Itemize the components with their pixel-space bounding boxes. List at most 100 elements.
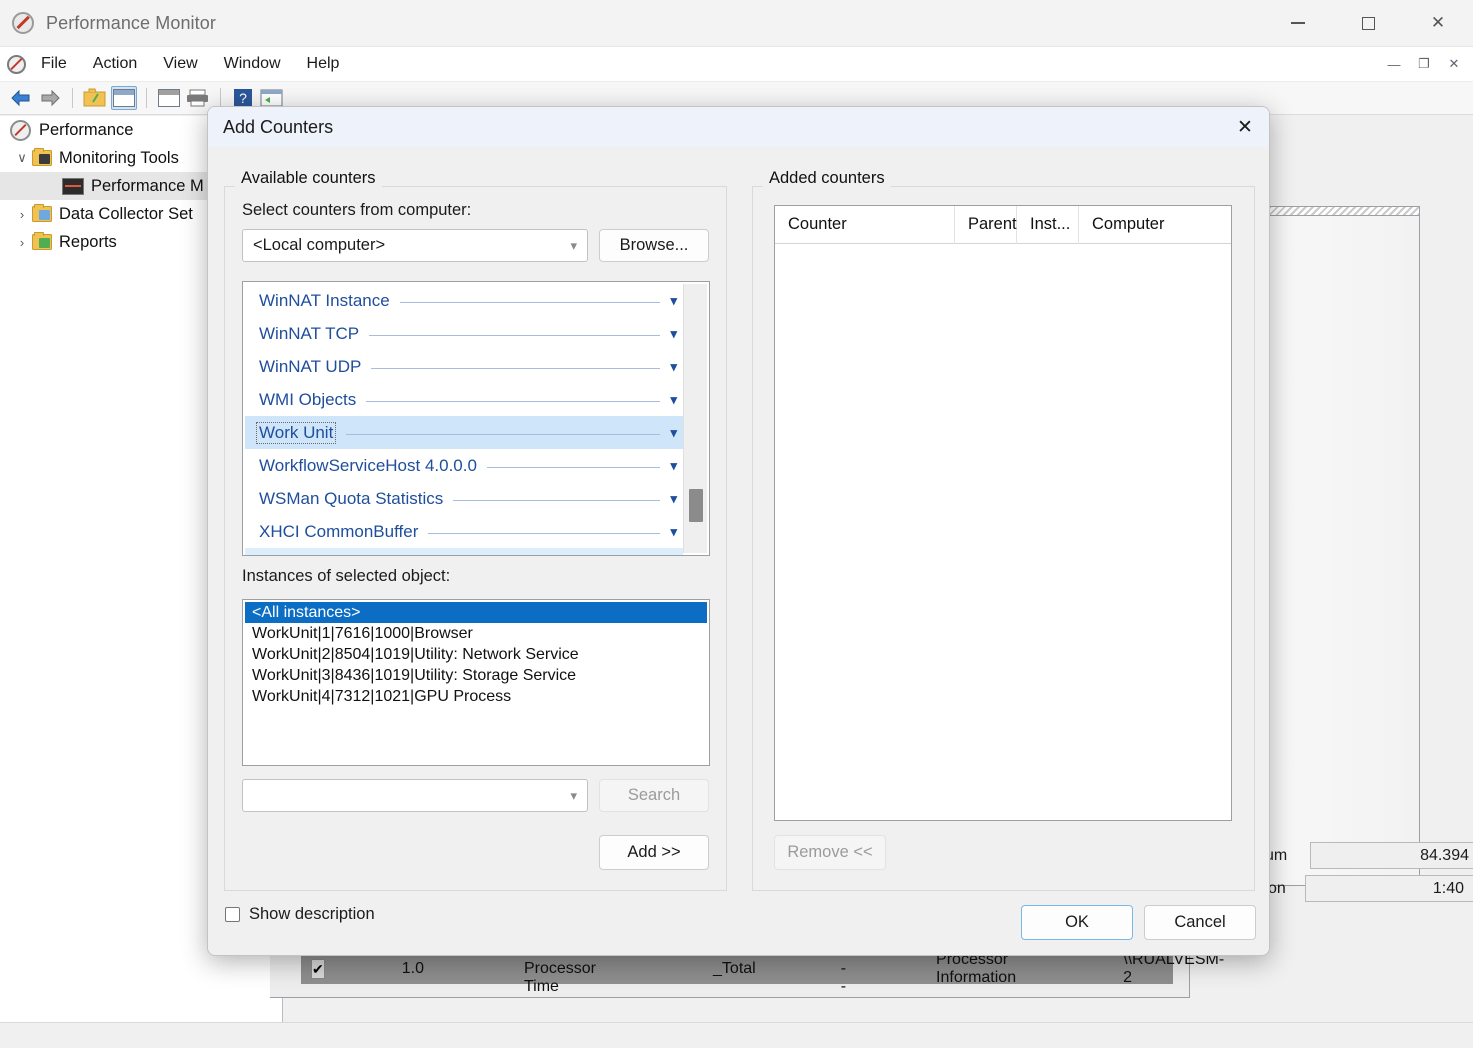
counter-item-rule [453, 500, 660, 501]
instance-item-selected[interactable]: <All instances> [245, 602, 707, 623]
counter-item[interactable]: WMI Objects ▾ [245, 383, 683, 416]
legend-scale: 1.0 [402, 960, 424, 978]
computer-combobox-value: <Local computer> [253, 236, 385, 255]
legend-checkbox[interactable]: ✔ [311, 959, 325, 979]
cancel-button[interactable]: Cancel [1144, 905, 1256, 940]
chevron-down-icon[interactable]: ▾ [670, 392, 677, 408]
counter-item-label: Work Unit [256, 422, 336, 444]
instances-list-items: <All instances> WorkUnit|1|7616|1000|Bro… [245, 602, 707, 763]
chevron-down-icon[interactable]: ▾ [670, 359, 677, 375]
browse-button[interactable]: Browse... [599, 229, 709, 262]
minimize-button[interactable] [1263, 0, 1333, 47]
show-description-row[interactable]: Show description [225, 905, 375, 924]
stat-value: 1:40 [1305, 875, 1473, 902]
chevron-down-icon[interactable]: ▾ [670, 458, 677, 474]
counter-item[interactable]: WinNAT TCP ▾ [245, 317, 683, 350]
close-button[interactable]: ✕ [1403, 0, 1473, 47]
svg-text:?: ? [239, 90, 247, 106]
counter-item-rule [487, 467, 661, 468]
instance-item[interactable]: WorkUnit|4|7312|1021|GPU Process [245, 686, 707, 707]
legend-object: Processor Information [936, 951, 1016, 987]
chevron-down-icon[interactable]: ▾ [670, 293, 677, 309]
counter-list-scrollbar[interactable] [683, 284, 707, 553]
counter-item[interactable]: WinNAT UDP ▾ [245, 350, 683, 383]
available-counters-list[interactable]: WinNAT Instance ▾ WinNAT TCP ▾ WinNAT UD… [242, 281, 710, 556]
counter-item-partial[interactable] [245, 548, 683, 556]
legend-computer: \\RUALVESM-2 [1123, 951, 1224, 987]
chevron-down-icon[interactable]: ∨ [12, 150, 32, 166]
forward-icon[interactable] [37, 86, 63, 110]
counter-item-rule [366, 401, 660, 402]
mdi-restore-button[interactable]: ❐ [1409, 51, 1439, 77]
chevron-down-icon[interactable]: ▾ [670, 326, 677, 342]
show-description-checkbox[interactable] [225, 907, 240, 922]
instances-label: Instances of selected object: [242, 567, 450, 586]
added-counters-grid[interactable]: Counter Parent Inst... Computer [774, 205, 1232, 821]
scrollbar-thumb[interactable] [689, 489, 703, 522]
chevron-down-icon: ▾ [570, 788, 577, 804]
chevron-down-icon[interactable]: ▾ [670, 524, 677, 540]
counter-item-rule [369, 335, 660, 336]
mdi-close-button[interactable]: ✕ [1439, 51, 1469, 77]
chevron-down-icon[interactable]: ▾ [670, 491, 677, 507]
dialog-close-button[interactable]: ✕ [1221, 107, 1269, 147]
counter-item-rule [400, 302, 661, 303]
column-instance[interactable]: Inst... [1017, 206, 1079, 244]
menu-action[interactable]: Action [82, 51, 148, 77]
column-computer[interactable]: Computer [1079, 206, 1229, 244]
back-icon[interactable] [8, 86, 34, 110]
counter-item[interactable]: XHCI CommonBuffer ▾ [245, 515, 683, 548]
chevron-down-icon[interactable]: ▾ [670, 425, 677, 441]
mdi-minimize-button[interactable]: — [1379, 51, 1409, 77]
screen: Performance Monitor ✕ File Action View W… [0, 0, 1473, 1048]
statusbar [0, 1022, 1473, 1048]
close-icon: ✕ [1237, 116, 1253, 139]
tree-node-label: Monitoring Tools [59, 149, 179, 168]
chevron-right-icon[interactable]: › [12, 235, 32, 250]
search-button[interactable]: Search [599, 779, 709, 812]
menu-window[interactable]: Window [213, 51, 292, 77]
instance-item[interactable]: WorkUnit|1|7616|1000|Browser [245, 623, 707, 644]
instance-item[interactable]: WorkUnit|3|8436|1019|Utility: Storage Se… [245, 665, 707, 686]
dialog-title: Add Counters [223, 117, 333, 138]
ok-button[interactable]: OK [1021, 905, 1133, 940]
system-menu-icon[interactable] [7, 55, 26, 74]
menu-file[interactable]: File [30, 51, 78, 77]
counter-item-selected[interactable]: Work Unit ▾ [245, 416, 683, 449]
search-input[interactable]: ▾ [242, 779, 588, 812]
add-counters-dialog: Add Counters ✕ Available counters Select… [207, 106, 1270, 956]
instance-item[interactable]: WorkUnit|2|8504|1019|Utility: Network Se… [245, 644, 707, 665]
menu-view[interactable]: View [152, 51, 208, 77]
column-counter[interactable]: Counter [775, 206, 955, 244]
instances-list[interactable]: <All instances> WorkUnit|1|7616|1000|Bro… [242, 599, 710, 766]
show-hide-console-tree-icon[interactable] [82, 86, 108, 110]
app-title: Performance Monitor [46, 13, 216, 34]
toolbar-separator-2 [146, 88, 147, 108]
counter-item-label: WorkflowServiceHost 4.0.0.0 [259, 456, 477, 476]
counter-item[interactable]: WorkflowServiceHost 4.0.0.0 ▾ [245, 449, 683, 482]
counter-list-items: WinNAT Instance ▾ WinNAT TCP ▾ WinNAT UD… [245, 284, 683, 553]
minimize-icon [1291, 22, 1305, 24]
window-controls: ✕ [1263, 0, 1473, 47]
properties-icon[interactable] [156, 86, 182, 110]
column-parent[interactable]: Parent [955, 206, 1017, 244]
folder-green-icon [32, 234, 52, 250]
add-button[interactable]: Add >> [599, 835, 709, 870]
chevron-right-icon[interactable]: › [12, 207, 32, 222]
menu-help[interactable]: Help [296, 51, 351, 77]
show-description-label: Show description [249, 905, 375, 924]
counter-item-rule [371, 368, 660, 369]
maximize-button[interactable] [1333, 0, 1403, 47]
remove-button[interactable]: Remove << [774, 835, 886, 870]
view-icon[interactable] [111, 86, 137, 110]
computer-combobox[interactable]: <Local computer> ▾ [242, 229, 588, 262]
stat-value: 84.394 [1310, 842, 1473, 869]
counter-item[interactable]: WinNAT Instance ▾ [245, 284, 683, 317]
tree-node-label: Reports [59, 233, 117, 252]
toolbar-separator [72, 88, 73, 108]
maximize-icon [1362, 17, 1375, 30]
legend-row[interactable]: ✔ 1.0 % Processor Time _Total --- Proces… [301, 954, 1173, 984]
counter-item[interactable]: WSMan Quota Statistics ▾ [245, 482, 683, 515]
toolbar-separator-3 [220, 88, 221, 108]
stat-label: um [1265, 847, 1310, 865]
